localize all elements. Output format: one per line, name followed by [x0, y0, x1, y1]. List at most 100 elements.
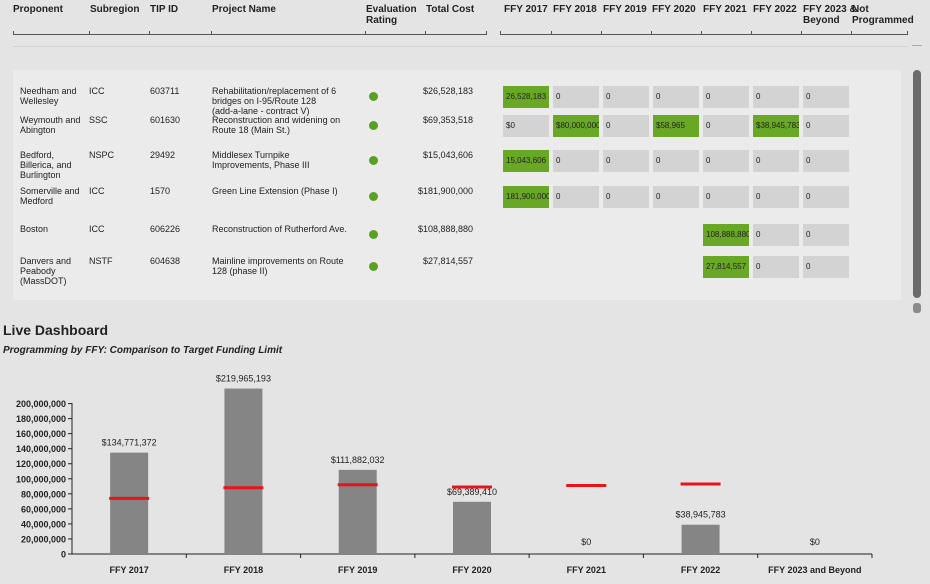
header-tick — [149, 31, 150, 35]
table-row[interactable]: Boston ICC 606226 Reconstruction of Rutherf… — [13, 224, 901, 254]
table-header: Proponent Subregion TIP ID Project Name … — [0, 0, 930, 48]
header-not-programmed[interactable]: Not Programmed — [852, 4, 914, 26]
ffy-value-cell[interactable]: 0 — [653, 150, 699, 172]
ffy-value-cell[interactable]: 0 — [753, 224, 799, 246]
ffy-value-cell[interactable]: 0 — [803, 224, 849, 246]
header-proponent[interactable]: Proponent — [13, 4, 63, 15]
ffy-value-cell[interactable]: 15,043,606 — [503, 150, 549, 172]
project-name-line: Green Line Extension (Phase I) — [212, 186, 338, 196]
header-tick — [211, 31, 212, 35]
project-name-line: Improvements, Phase III — [212, 160, 310, 170]
header-tick — [601, 31, 602, 35]
proponent-line: Somerville and — [20, 186, 80, 196]
evaluation-rating-dot — [369, 262, 378, 271]
header-total-cost[interactable]: Total Cost — [426, 4, 474, 15]
ffy-value-cell[interactable]: 0 — [703, 186, 749, 208]
ffy-value-cell[interactable]: 181,900,000 — [503, 186, 549, 208]
ffy-value-cell[interactable]: $58,965 — [653, 115, 699, 137]
header-tip-id[interactable]: TIP ID — [150, 4, 178, 15]
x-category-label: FFY 2019 — [338, 565, 377, 575]
ffy-value-cell[interactable]: 0 — [753, 150, 799, 172]
cell-tip-id: 604638 — [150, 256, 181, 266]
header-ffy2020[interactable]: FFY 2020 — [652, 4, 696, 15]
ffy-value-cell[interactable]: 0 — [753, 256, 799, 278]
ffy-value-cell[interactable]: 0 — [703, 115, 749, 137]
header-tick — [486, 31, 487, 35]
x-category-label: FFY 2023 and Beyond — [768, 565, 861, 575]
ffy-value-cell[interactable]: 0 — [653, 186, 699, 208]
ffy-value-cell[interactable]: 0 — [553, 150, 599, 172]
projects-table-body: Needham and Wellesley ICC 603711 Rehabilitat… — [13, 70, 901, 300]
header-ffy2023[interactable]: FFY 2023 & Beyond — [803, 4, 857, 26]
ffy-value-cell[interactable]: $0 — [503, 115, 549, 137]
ffy-value-cell[interactable]: 0 — [703, 86, 749, 108]
ffy-value-cell[interactable]: $38,945,783 — [753, 115, 799, 137]
bar — [224, 388, 263, 554]
bar-value-label: $111,882,032 — [331, 455, 385, 465]
x-category-label: FFY 2022 — [681, 565, 720, 575]
ffy-value-cell[interactable]: 0 — [803, 256, 849, 278]
header-rule-right — [500, 34, 908, 35]
ffy-value-cell[interactable]: 27,814,557 — [703, 256, 749, 278]
y-tick-label: 160,000,000 — [16, 429, 66, 439]
proponent-line: Wellesley — [20, 96, 59, 106]
ffy-value-cell[interactable]: 0 — [803, 86, 849, 108]
header-subregion[interactable]: Subregion — [90, 4, 139, 15]
bar-value-label: $38,945,783 — [676, 510, 726, 520]
bar — [453, 501, 491, 554]
cell-proponent: Somerville and Medford — [20, 186, 80, 206]
ffy-value-cell[interactable]: 0 — [803, 186, 849, 208]
project-name-line: Middlesex Turnpike — [212, 150, 290, 160]
ffy-value-cell[interactable]: 0 — [603, 150, 649, 172]
table-row[interactable]: Weymouth and Abington SSC 601630 Reconstruct… — [13, 115, 901, 145]
ffy-value-cell[interactable]: 108,888,880 — [703, 224, 749, 246]
table-row[interactable]: Bedford, Billerica, and Burlington NSPC 2949… — [13, 150, 901, 180]
header-project-name[interactable]: Project Name — [212, 4, 276, 15]
header-ffy2019[interactable]: FFY 2019 — [603, 4, 647, 15]
y-tick-label: 140,000,000 — [16, 444, 66, 454]
header-ffy2021[interactable]: FFY 2021 — [703, 4, 747, 15]
cell-tip-id: 1570 — [150, 186, 171, 196]
x-category-label: FFY 2017 — [109, 565, 148, 575]
cell-tip-id: 606226 — [150, 224, 181, 234]
ffy-value-cell[interactable]: 0 — [753, 186, 799, 208]
proponent-line: (MassDOT) — [20, 276, 67, 286]
ffy-value-cell[interactable]: 0 — [703, 150, 749, 172]
table-row[interactable]: Somerville and Medford ICC 1570 Green Line E… — [13, 186, 901, 216]
ffy-value-cell[interactable]: 0 — [603, 86, 649, 108]
header-tick — [365, 31, 366, 35]
ffy-value-cell[interactable]: $80,000,000 — [553, 115, 599, 137]
header-ffy2018[interactable]: FFY 2018 — [553, 4, 597, 15]
cell-project-name: Green Line Extension (Phase I) — [212, 186, 338, 196]
ffy-value-cell[interactable]: 0 — [803, 115, 849, 137]
cell-total-cost: $181,900,000 — [417, 186, 473, 196]
ffy-value-cell[interactable]: 26,528,183 — [503, 86, 549, 108]
header-ffy2017[interactable]: FFY 2017 — [504, 4, 548, 15]
ffy-value-cell[interactable]: 0 — [553, 186, 599, 208]
cell-total-cost: $27,814,557 — [422, 256, 473, 266]
ffy-value-cell[interactable]: 0 — [603, 115, 649, 137]
vertical-scrollbar-end[interactable] — [913, 303, 921, 313]
proponent-line: Burlington — [20, 170, 61, 180]
proponent-line: Peabody — [20, 266, 56, 276]
cell-subregion: ICC — [89, 186, 105, 196]
cell-project-name: Middlesex Turnpike Improvements, Phase II… — [212, 150, 310, 170]
project-name-line: 128 (phase II) — [212, 266, 268, 276]
bar — [338, 469, 377, 554]
table-row[interactable]: Danvers and Peabody (MassDOT) NSTF 604638 Mai… — [13, 256, 901, 286]
collapse-dash[interactable] — [912, 45, 922, 46]
ffy-value-cell[interactable]: 0 — [603, 186, 649, 208]
header-evaluation-rating[interactable]: Evaluation Rating — [366, 4, 417, 26]
vertical-scrollbar-thumb[interactable] — [913, 70, 921, 298]
evaluation-rating-dot — [369, 230, 378, 239]
cell-tip-id: 29492 — [150, 150, 176, 160]
ffy-value-cell[interactable]: 0 — [803, 150, 849, 172]
ffy-value-cell[interactable]: 0 — [753, 86, 799, 108]
ffy-value-cell[interactable]: 0 — [653, 86, 699, 108]
cell-project-name: Mainline improvements on Route 128 (phase… — [212, 256, 344, 276]
ffy-value-cell[interactable]: 0 — [553, 86, 599, 108]
table-row[interactable]: Needham and Wellesley ICC 603711 Rehabilitat… — [13, 86, 901, 116]
header-ffy2022[interactable]: FFY 2022 — [753, 4, 797, 15]
header-tick — [851, 31, 852, 35]
evaluation-rating-dot — [369, 121, 378, 130]
